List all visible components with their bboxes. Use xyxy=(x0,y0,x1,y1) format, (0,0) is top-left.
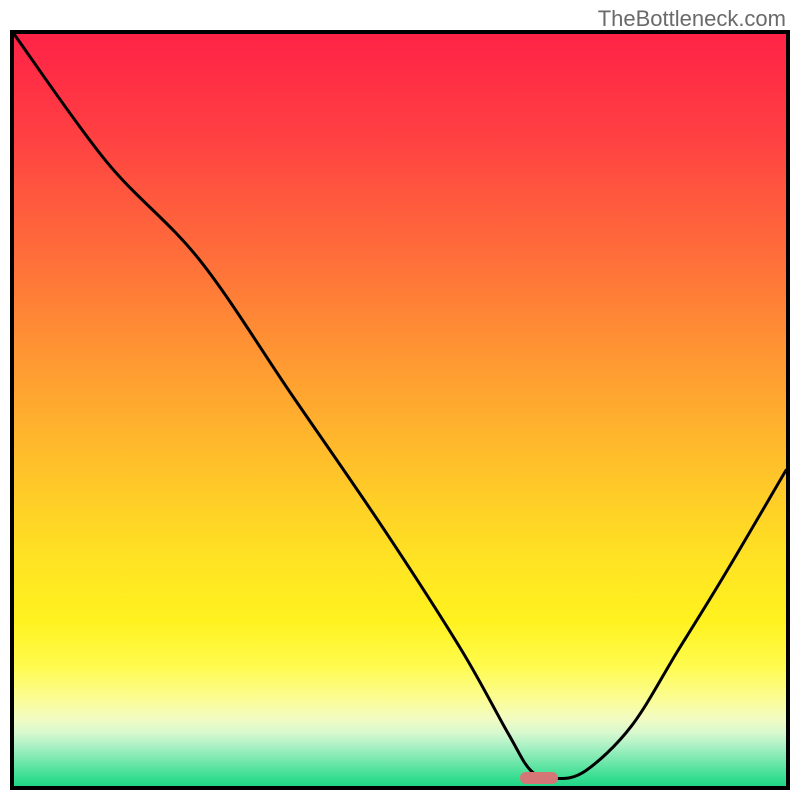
watermark-label: TheBottleneck.com xyxy=(598,6,786,32)
chart-svg xyxy=(14,34,786,786)
bottleneck-curve xyxy=(14,34,786,779)
optimum-marker xyxy=(520,772,559,784)
chart-frame xyxy=(10,30,790,790)
